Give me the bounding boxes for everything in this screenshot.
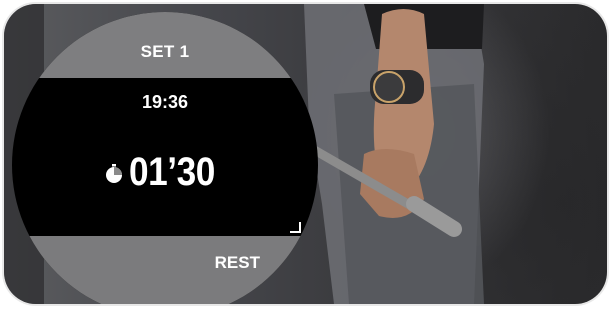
stopwatch-icon	[106, 164, 123, 183]
rest-timer-value: 01’30	[129, 149, 216, 194]
watch-face: SET 1 19:36 01’30 REST	[12, 12, 318, 304]
chevron-icon[interactable]	[286, 218, 306, 238]
screenshot-card: SET 1 19:36 01’30 REST	[4, 4, 607, 304]
timer-row: 01’30	[12, 144, 318, 200]
phase-footer-band	[12, 236, 318, 304]
clock-time: 19:36	[141, 92, 189, 112]
phase-label: REST	[214, 253, 260, 272]
set-label: SET 1	[140, 42, 190, 61]
